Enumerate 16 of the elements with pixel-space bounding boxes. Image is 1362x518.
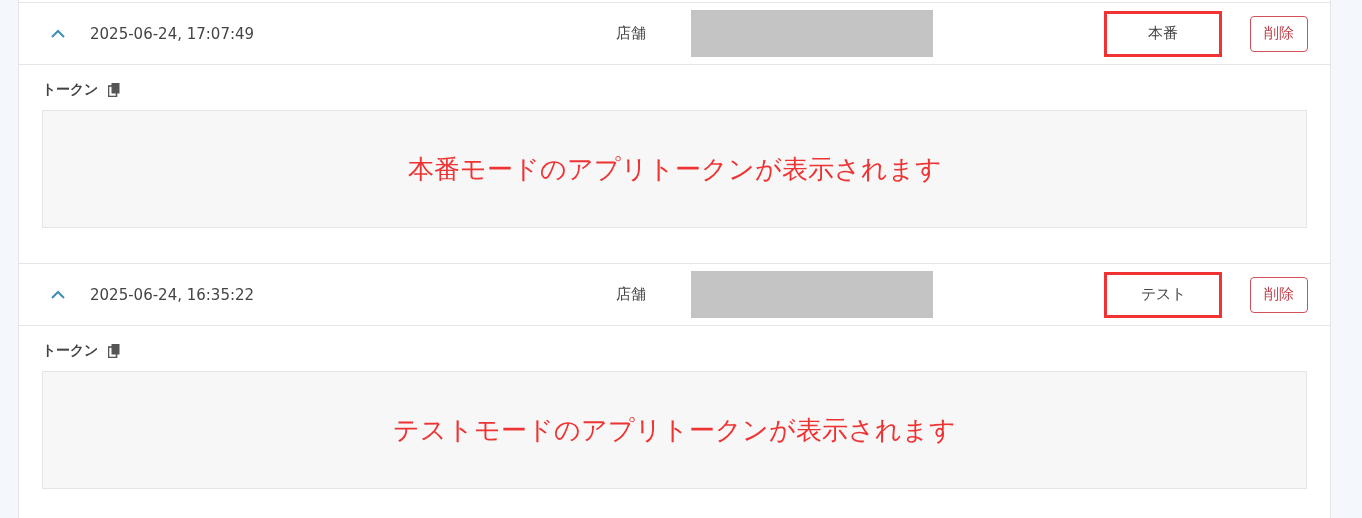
chevron-up-icon[interactable] bbox=[49, 288, 67, 301]
timestamp: 2025-06-24, 16:35:22 bbox=[90, 285, 256, 304]
delete-button[interactable]: 削除 bbox=[1250, 15, 1308, 52]
copy-icon[interactable] bbox=[108, 83, 120, 97]
timestamp: 2025-06-24, 17:07:49 bbox=[90, 24, 256, 43]
store-label: 店舗 bbox=[615, 24, 647, 43]
token-text: テストモードのアプリトークンが表示されます bbox=[393, 413, 956, 447]
delete-button[interactable]: 削除 bbox=[1250, 276, 1308, 313]
token-label: トークン bbox=[42, 81, 98, 99]
copy-icon[interactable] bbox=[108, 344, 120, 358]
token-text: 本番モードのアプリトークンが表示されます bbox=[407, 152, 942, 186]
mode-label: 本番 bbox=[1104, 10, 1222, 57]
chevron-up-icon[interactable] bbox=[49, 27, 67, 40]
token-label: トークン bbox=[42, 342, 98, 360]
mode-label: テスト bbox=[1104, 271, 1222, 318]
store-label: 店舗 bbox=[615, 285, 647, 304]
